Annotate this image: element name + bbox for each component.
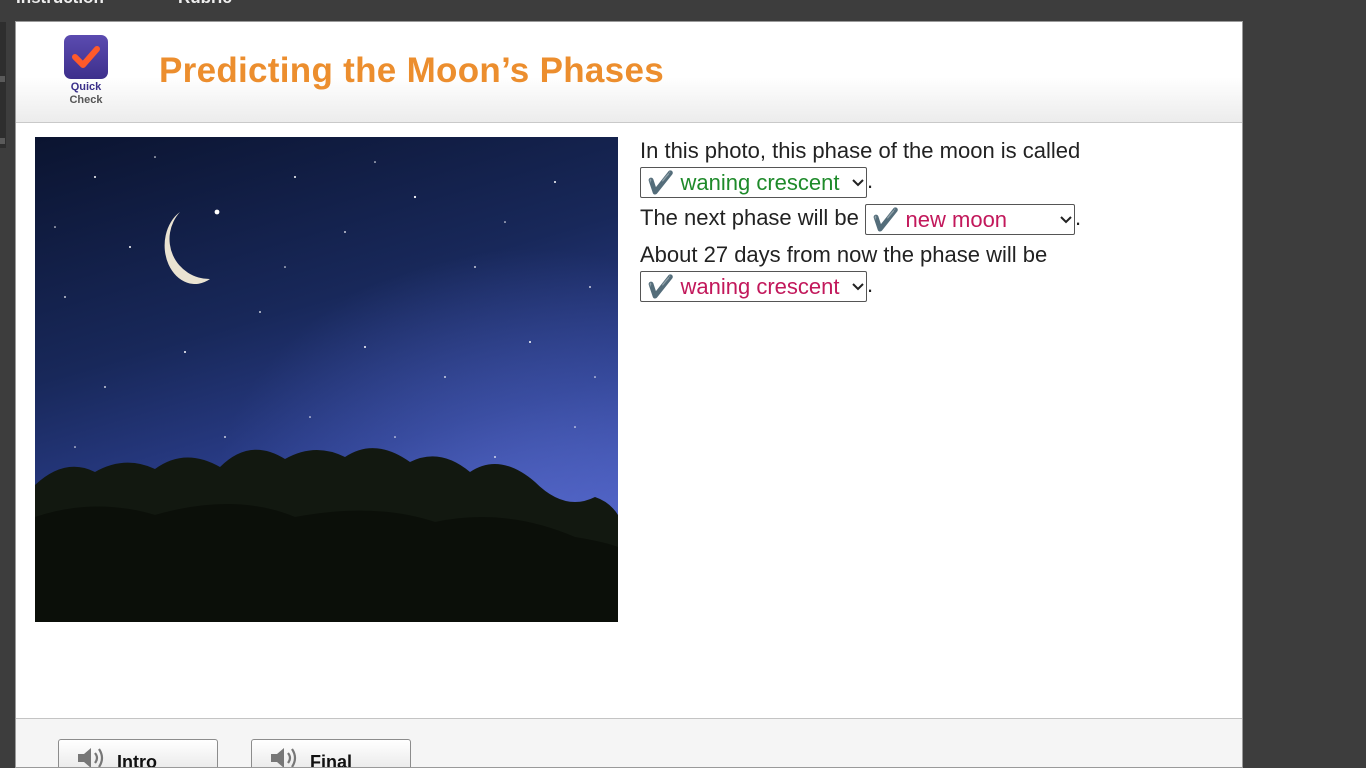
question-text: The next phase will be [640, 205, 859, 230]
badge-label-check: Check [69, 94, 103, 106]
next-phase-select[interactable]: ✔️ new moon [865, 203, 1076, 235]
select-value: ✔️ new moon [872, 206, 1008, 232]
question-next-phase: The next phase will be ✔️ new moon . [640, 203, 1160, 235]
chevron-down-icon [852, 169, 864, 187]
period: . [867, 272, 874, 297]
intro-audio-button[interactable]: Intro [58, 739, 218, 768]
side-scrollbar[interactable] [0, 22, 6, 148]
badge-label-quick: Quick [70, 81, 102, 93]
period: . [1075, 205, 1082, 230]
nav-instruction[interactable]: Instruction [16, 0, 104, 8]
scrollbar-marker [0, 76, 5, 82]
speaker-icon [75, 744, 107, 767]
period: . [867, 168, 874, 193]
final-label: Final [310, 752, 353, 768]
speaker-icon [268, 744, 300, 767]
select-value: ✔️ waning crescent [647, 169, 840, 195]
quick-check-badge: Quick Check [63, 35, 109, 107]
intro-label: Intro [117, 752, 157, 768]
top-nav: Instruction Rubric [0, 0, 1366, 20]
question-future-phase: About 27 days from now the phase will be… [640, 240, 1160, 302]
page-title: Predicting the Moon’s Phases [159, 51, 664, 90]
footer-toolbar: Intro Final [16, 718, 1242, 768]
activity-panel: Quick Check Predicting the Moon’s Phases [15, 21, 1243, 768]
header: Quick Check Predicting the Moon’s Phases [16, 22, 1242, 123]
scrollbar-marker [0, 138, 5, 144]
select-value: ✔️ waning crescent [647, 273, 840, 299]
checkmark-icon [64, 35, 108, 79]
chevron-down-icon [852, 273, 864, 291]
chevron-down-icon [1060, 206, 1072, 224]
question-current-phase: In this photo, this phase of the moon is… [640, 136, 1160, 198]
question-text: In this photo, this phase of the moon is… [640, 138, 1081, 163]
current-phase-select[interactable]: ✔️ waning crescent [640, 166, 867, 198]
future-phase-select[interactable]: ✔️ waning crescent [640, 270, 867, 302]
night-sky-moon-photo [35, 137, 618, 622]
nav-rubric[interactable]: Rubric [178, 0, 232, 8]
final-audio-button[interactable]: Final [251, 739, 411, 768]
question-text: About 27 days from now the phase will be [640, 242, 1048, 267]
